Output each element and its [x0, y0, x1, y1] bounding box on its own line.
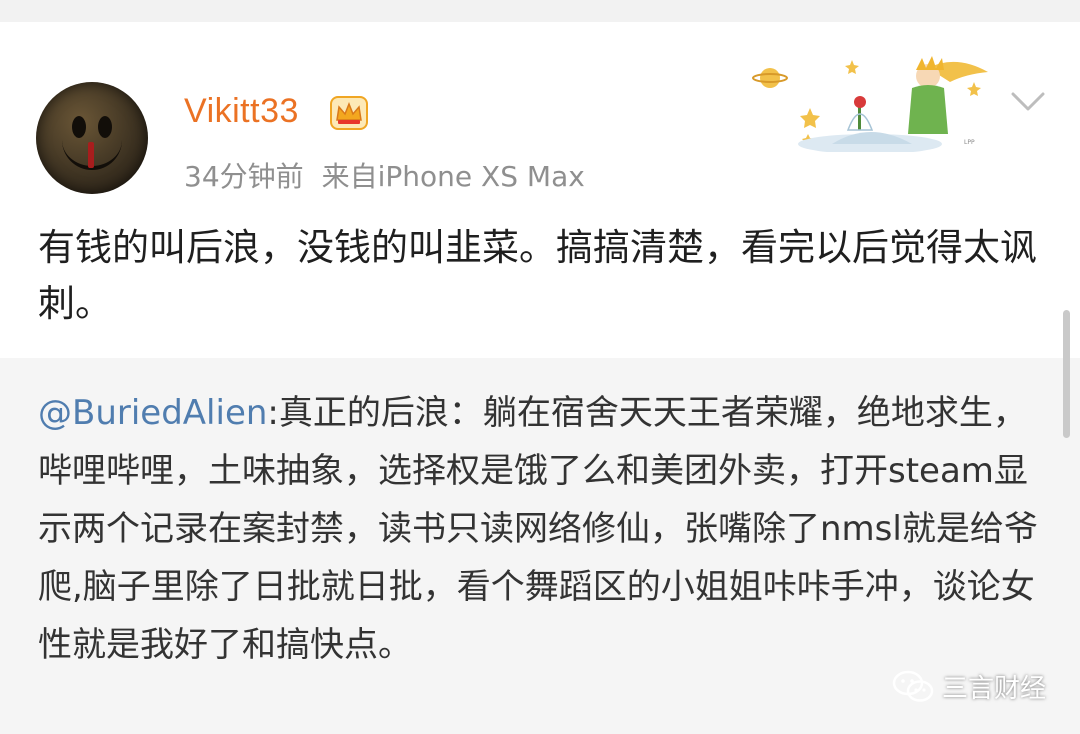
avatar[interactable]: [36, 82, 148, 194]
svg-text:LPP: LPP: [964, 139, 975, 146]
wechat-icon: [892, 670, 934, 702]
avatar-drip: [88, 142, 94, 168]
repost-text: @BuriedAlien:真正的后浪：躺在宿舍天天王者荣耀，绝地求生，哔哩哔哩，…: [38, 384, 1048, 674]
post-time: 34分钟前: [184, 160, 304, 193]
post-meta: 34分钟前 来自iPhone XS Max: [184, 155, 585, 195]
top-gray-bar: [0, 0, 1080, 22]
feed-separator: [0, 22, 1080, 45]
username[interactable]: Vikitt33: [184, 92, 299, 131]
mention-link[interactable]: @BuriedAlien: [38, 393, 267, 433]
scrollbar[interactable]: [1063, 310, 1070, 438]
repost-body: :真正的后浪：躺在宿舍天天王者荣耀，绝地求生，哔哩哔哩，土味抽象，选择权是饿了么…: [38, 393, 1038, 665]
crown-vip-icon[interactable]: [330, 96, 368, 130]
little-prince-card-decoration: LPP: [752, 56, 988, 152]
chevron-down-icon[interactable]: [1010, 90, 1046, 114]
watermark-text: 三言财经: [942, 674, 1047, 704]
post-text: 有钱的叫后浪，没钱的叫韭菜。搞搞清楚，看完以后觉得太讽刺。: [38, 226, 1037, 325]
post-source[interactable]: 来自iPhone XS Max: [322, 160, 585, 193]
watermark: 三言财经: [892, 668, 1046, 705]
